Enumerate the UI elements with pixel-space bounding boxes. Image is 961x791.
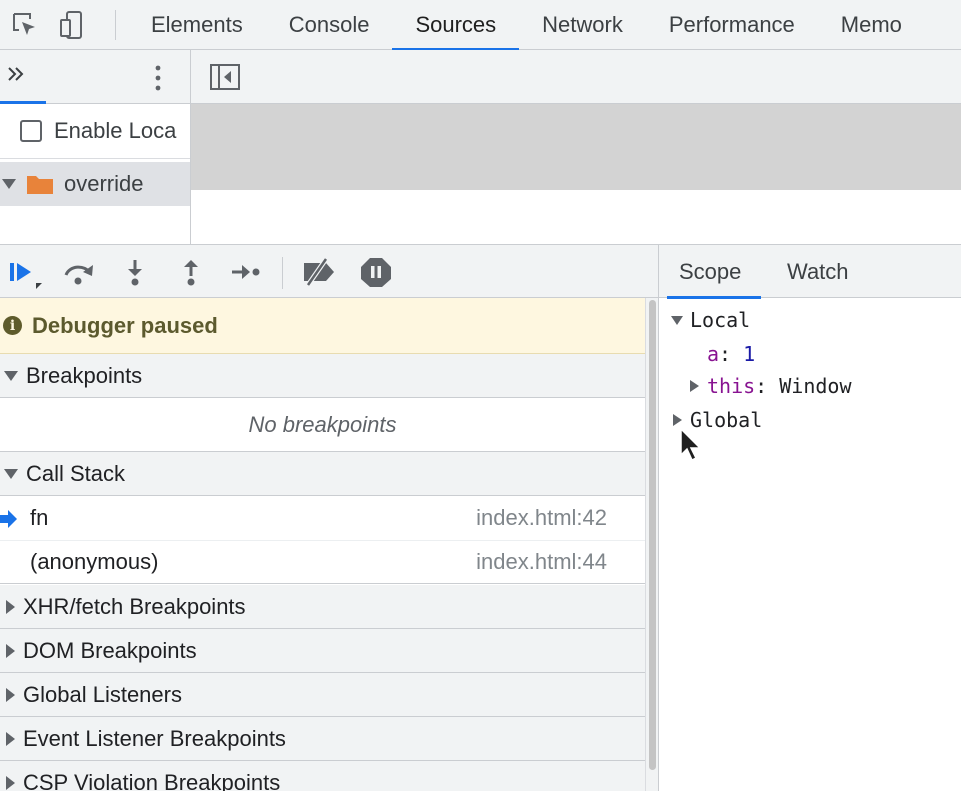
tab-sources[interactable]: Sources: [392, 0, 519, 51]
global-listeners-section-header[interactable]: Global Listeners: [0, 673, 645, 717]
folder-icon: [26, 173, 54, 195]
scrollbar-thumb[interactable]: [649, 300, 656, 770]
expand-triangle-icon: [6, 731, 15, 746]
toolbar-divider: [282, 257, 283, 289]
more-tabs-chevron-icon[interactable]: [6, 62, 28, 93]
enable-local-overrides-checkbox[interactable]: [20, 120, 42, 142]
debugger-paused-banner: i Debugger paused: [0, 298, 645, 354]
call-frame-fn[interactable]: fn index.html:42: [0, 496, 645, 540]
inspect-element-icon[interactable]: [8, 8, 42, 42]
collapse-triangle-icon[interactable]: [671, 315, 683, 325]
step-out-icon[interactable]: [176, 257, 208, 287]
tab-elements[interactable]: Elements: [128, 0, 266, 50]
call-stack-section-header[interactable]: Call Stack: [0, 452, 645, 496]
frame-location-link[interactable]: index.html:44: [476, 549, 607, 575]
overrides-navigator: Enable Loca override: [0, 104, 190, 244]
tab-performance[interactable]: Performance: [646, 0, 818, 50]
editor-area: [190, 104, 961, 244]
variable-a-row[interactable]: a: 1: [707, 338, 755, 370]
xhr-breakpoints-section-header[interactable]: XHR/fetch Breakpoints: [0, 585, 645, 629]
folder-label: override: [64, 171, 144, 196]
scope-watch-tabs: Scope Watch: [659, 244, 961, 299]
tab-memory[interactable]: Memo: [818, 0, 925, 50]
enable-local-overrides-row[interactable]: Enable Loca: [0, 104, 190, 159]
call-frame-anonymous[interactable]: (anonymous) index.html:44: [0, 540, 645, 584]
mouse-cursor-icon: [680, 427, 702, 462]
collapse-triangle-icon: [4, 468, 18, 479]
pause-on-exceptions-icon[interactable]: [360, 257, 392, 287]
expand-triangle-icon: [6, 599, 15, 614]
toggle-navigator-icon[interactable]: [209, 63, 241, 91]
step-icon[interactable]: [230, 257, 262, 287]
more-options-icon[interactable]: [150, 64, 166, 92]
variable-this-key: this: [707, 374, 756, 398]
info-icon: i: [3, 316, 22, 335]
tab-console[interactable]: Console: [266, 0, 393, 50]
dom-breakpoints-label: DOM Breakpoints: [23, 637, 197, 663]
toolbar-divider: [115, 10, 116, 40]
debugger-sidebar: i Debugger paused Breakpoints No breakpo…: [0, 298, 645, 791]
global-listeners-label: Global Listeners: [23, 681, 182, 707]
panel-tabs: Elements Console Sources Network Perform…: [128, 0, 925, 51]
step-over-icon[interactable]: [62, 257, 94, 287]
xhr-breakpoints-label: XHR/fetch Breakpoints: [23, 593, 246, 619]
variable-this-value: Window: [779, 374, 852, 398]
resume-icon[interactable]: [8, 257, 42, 289]
event-listener-breakpoints-section-header[interactable]: Event Listener Breakpoints: [0, 717, 645, 761]
breakpoints-section-header[interactable]: Breakpoints: [0, 354, 645, 398]
current-frame-arrow-icon: [0, 508, 18, 528]
devtools-tab-bar: Elements Console Sources Network Perform…: [0, 0, 961, 51]
navigator-header: [0, 50, 190, 104]
editor-placeholder: [191, 104, 961, 190]
expand-triangle-icon: [6, 687, 15, 702]
call-stack-label: Call Stack: [26, 460, 126, 486]
csp-violation-breakpoints-label: CSP Violation Breakpoints: [23, 769, 281, 791]
step-into-icon[interactable]: [120, 257, 152, 287]
folder-item-override[interactable]: override: [0, 162, 190, 206]
enable-local-overrides-label: Enable Loca: [54, 118, 177, 143]
sidebar-scrollbar[interactable]: [645, 298, 658, 791]
csp-violation-breakpoints-section-header[interactable]: CSP Violation Breakpoints: [0, 761, 645, 791]
tab-network[interactable]: Network: [519, 0, 646, 50]
expand-triangle-icon: [6, 775, 15, 790]
variable-a-value: 1: [743, 342, 756, 366]
variable-a-key: a: [707, 342, 720, 366]
frame-name: fn: [30, 505, 49, 530]
tab-scope[interactable]: Scope: [666, 245, 762, 299]
no-breakpoints-message: No breakpoints: [0, 398, 645, 452]
tab-watch[interactable]: Watch: [787, 245, 849, 298]
frame-location-link[interactable]: index.html:42: [476, 505, 607, 531]
breakpoints-label: Breakpoints: [26, 362, 143, 388]
debugger-paused-label: Debugger paused: [32, 312, 218, 338]
deactivate-breakpoints-icon[interactable]: [300, 257, 334, 287]
scope-local-label: Local: [690, 308, 751, 332]
variable-this-row[interactable]: this: Window: [690, 370, 852, 402]
device-toolbar-icon[interactable]: [56, 8, 90, 42]
expand-triangle-icon[interactable]: [673, 414, 682, 426]
expand-triangle-icon[interactable]: [690, 380, 699, 392]
debugger-toolbar: [0, 244, 658, 298]
expand-triangle-icon: [6, 643, 15, 658]
scope-local-row[interactable]: Local: [671, 304, 750, 336]
editor-header: [190, 50, 961, 104]
expand-triangle-icon[interactable]: [2, 179, 16, 189]
event-listener-breakpoints-label: Event Listener Breakpoints: [23, 725, 286, 751]
scope-pane: Scope Watch Local a: 1 this: Window Glob…: [658, 244, 961, 791]
collapse-triangle-icon: [4, 370, 18, 381]
dom-breakpoints-section-header[interactable]: DOM Breakpoints: [0, 629, 645, 673]
frame-name: (anonymous): [30, 549, 159, 574]
